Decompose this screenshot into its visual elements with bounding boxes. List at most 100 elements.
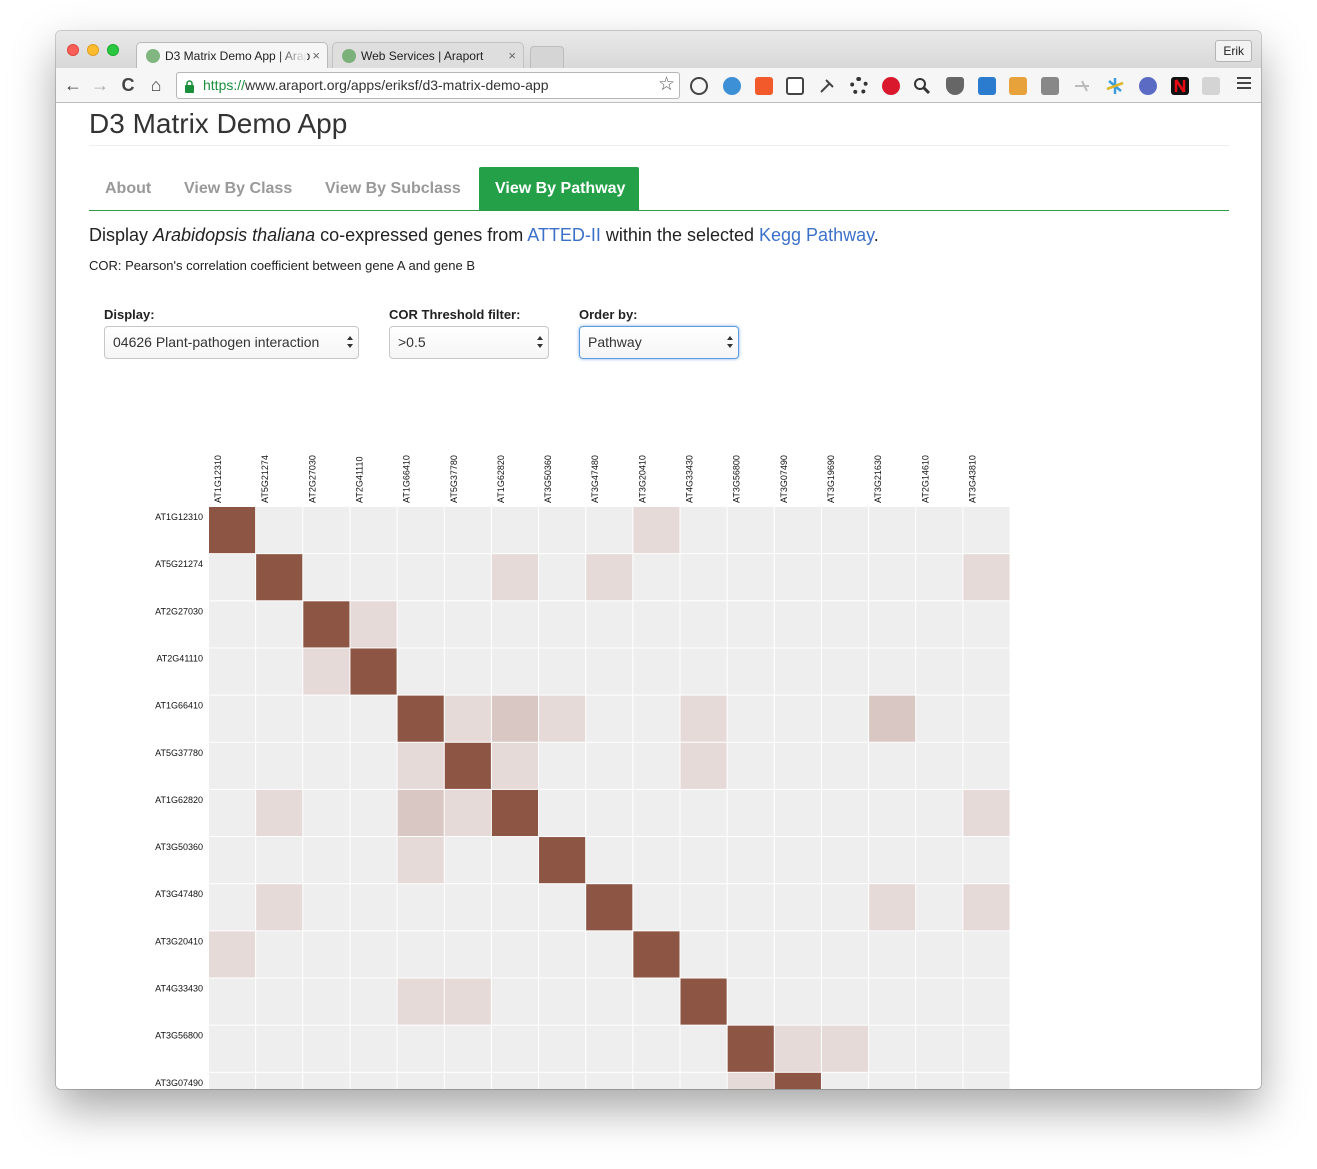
home-icon[interactable]: ⌂ [145,73,167,97]
matrix-cell[interactable] [303,931,350,978]
matrix-cell[interactable] [539,742,586,789]
matrix-cell-diagonal[interactable] [727,1025,774,1072]
matrix-cell[interactable] [774,742,821,789]
matrix-cell[interactable] [869,931,916,978]
matrix-cell[interactable] [869,978,916,1025]
matrix-cell[interactable] [916,837,963,884]
matrix-cell[interactable] [916,1025,963,1072]
matrix-cell[interactable] [633,742,680,789]
matrix-cell[interactable] [633,789,680,837]
matrix-cell[interactable] [256,837,303,884]
matrix-cell[interactable] [821,789,869,837]
matrix-cell-link[interactable] [633,507,680,554]
tab-view-by-subclass[interactable]: View By Subclass [309,167,477,210]
matrix-cell-link[interactable] [397,789,444,837]
new-tab-button[interactable] [530,46,564,68]
minimize-window-button[interactable] [87,44,99,56]
matrix-cell[interactable] [303,554,350,601]
matrix-cell[interactable] [869,601,916,648]
matrix-cell[interactable] [774,884,821,931]
matrix-cell[interactable] [397,931,444,978]
matrix-cell[interactable] [586,1072,633,1089]
matrix-cell[interactable] [963,931,1010,978]
matrix-cell[interactable] [539,507,586,554]
windows-extension-icon[interactable] [978,77,996,95]
matrix-cell[interactable] [963,1072,1010,1089]
matrix-cell[interactable] [586,648,633,695]
matrix-cell-link[interactable] [444,695,491,742]
browser-tab-d3-matrix[interactable]: D3 Matrix Demo App | Arap × [136,42,328,68]
matrix-cell[interactable] [680,884,727,931]
matrix-cell-link[interactable] [444,978,491,1025]
matrix-cell[interactable] [774,648,821,695]
matrix-cell[interactable] [821,554,869,601]
menu-icon[interactable] [1237,77,1251,91]
matrix-cell[interactable] [916,554,963,601]
forward-icon[interactable]: → [89,73,111,97]
matrix-cell[interactable] [256,978,303,1025]
web-extension-icon[interactable] [1139,77,1157,95]
matrix-cell[interactable] [350,837,397,884]
matrix-cell[interactable] [727,931,774,978]
matrix-cell[interactable] [444,554,491,601]
matrix-cell[interactable] [963,648,1010,695]
matrix-cell-link[interactable] [869,884,916,931]
matrix-cell[interactable] [444,507,491,554]
matrix-cell[interactable] [397,1072,444,1089]
matrix-cell[interactable] [350,507,397,554]
matrix-cell-link[interactable] [209,931,256,978]
matrix-cell[interactable] [303,695,350,742]
gray-extension-icon[interactable] [1202,77,1220,95]
matrix-cell[interactable] [821,601,869,648]
matrix-cell[interactable] [491,931,539,978]
matrix-cell[interactable] [350,978,397,1025]
matrix-cell[interactable] [256,931,303,978]
matrix-cell[interactable] [821,884,869,931]
matrix-cell-diagonal[interactable] [586,884,633,931]
matrix-cell[interactable] [633,601,680,648]
matrix-cell[interactable] [916,742,963,789]
matrix-cell[interactable] [303,884,350,931]
matrix-cell-link[interactable] [397,978,444,1025]
matrix-cell[interactable] [303,507,350,554]
matrix-cell[interactable] [727,742,774,789]
matrix-cell[interactable] [821,507,869,554]
tab-view-by-class[interactable]: View By Class [168,167,308,210]
matrix-cell[interactable] [209,1025,256,1072]
matrix-cell[interactable] [727,507,774,554]
matrix-cell[interactable] [727,978,774,1025]
matrix-cell[interactable] [680,554,727,601]
matrix-cell[interactable] [350,742,397,789]
matrix-cell[interactable] [444,601,491,648]
matrix-cell[interactable] [680,931,727,978]
matrix-cell[interactable] [774,507,821,554]
matrix-cell[interactable] [821,837,869,884]
kegg-pathway-link[interactable]: Kegg Pathway [759,225,874,245]
matrix-cell[interactable] [727,837,774,884]
matrix-cell[interactable] [586,1025,633,1072]
matrix-cell[interactable] [397,648,444,695]
matrix-cell[interactable] [444,1025,491,1072]
matrix-cell[interactable] [727,884,774,931]
matrix-cell[interactable] [727,695,774,742]
matrix-cell-link[interactable] [256,884,303,931]
matrix-cell[interactable] [444,837,491,884]
matrix-cell[interactable] [633,884,680,931]
matrix-cell[interactable] [680,789,727,837]
matrix-cell[interactable] [916,978,963,1025]
matrix-cell[interactable] [774,789,821,837]
matrix-cell[interactable] [491,1072,539,1089]
magnifier-extension-icon[interactable] [913,77,931,95]
matrix-cell[interactable] [491,507,539,554]
plus-extension-icon[interactable] [755,77,773,95]
matrix-cell[interactable] [586,601,633,648]
matrix-cell-link[interactable] [397,742,444,789]
matrix-cell[interactable] [916,789,963,837]
matrix-cell[interactable] [821,931,869,978]
matrix-cell[interactable] [209,601,256,648]
zoom-window-button[interactable] [107,44,119,56]
matrix-cell[interactable] [869,554,916,601]
matrix-cell[interactable] [444,884,491,931]
matrix-cell[interactable] [680,507,727,554]
matrix-cell[interactable] [680,1025,727,1072]
